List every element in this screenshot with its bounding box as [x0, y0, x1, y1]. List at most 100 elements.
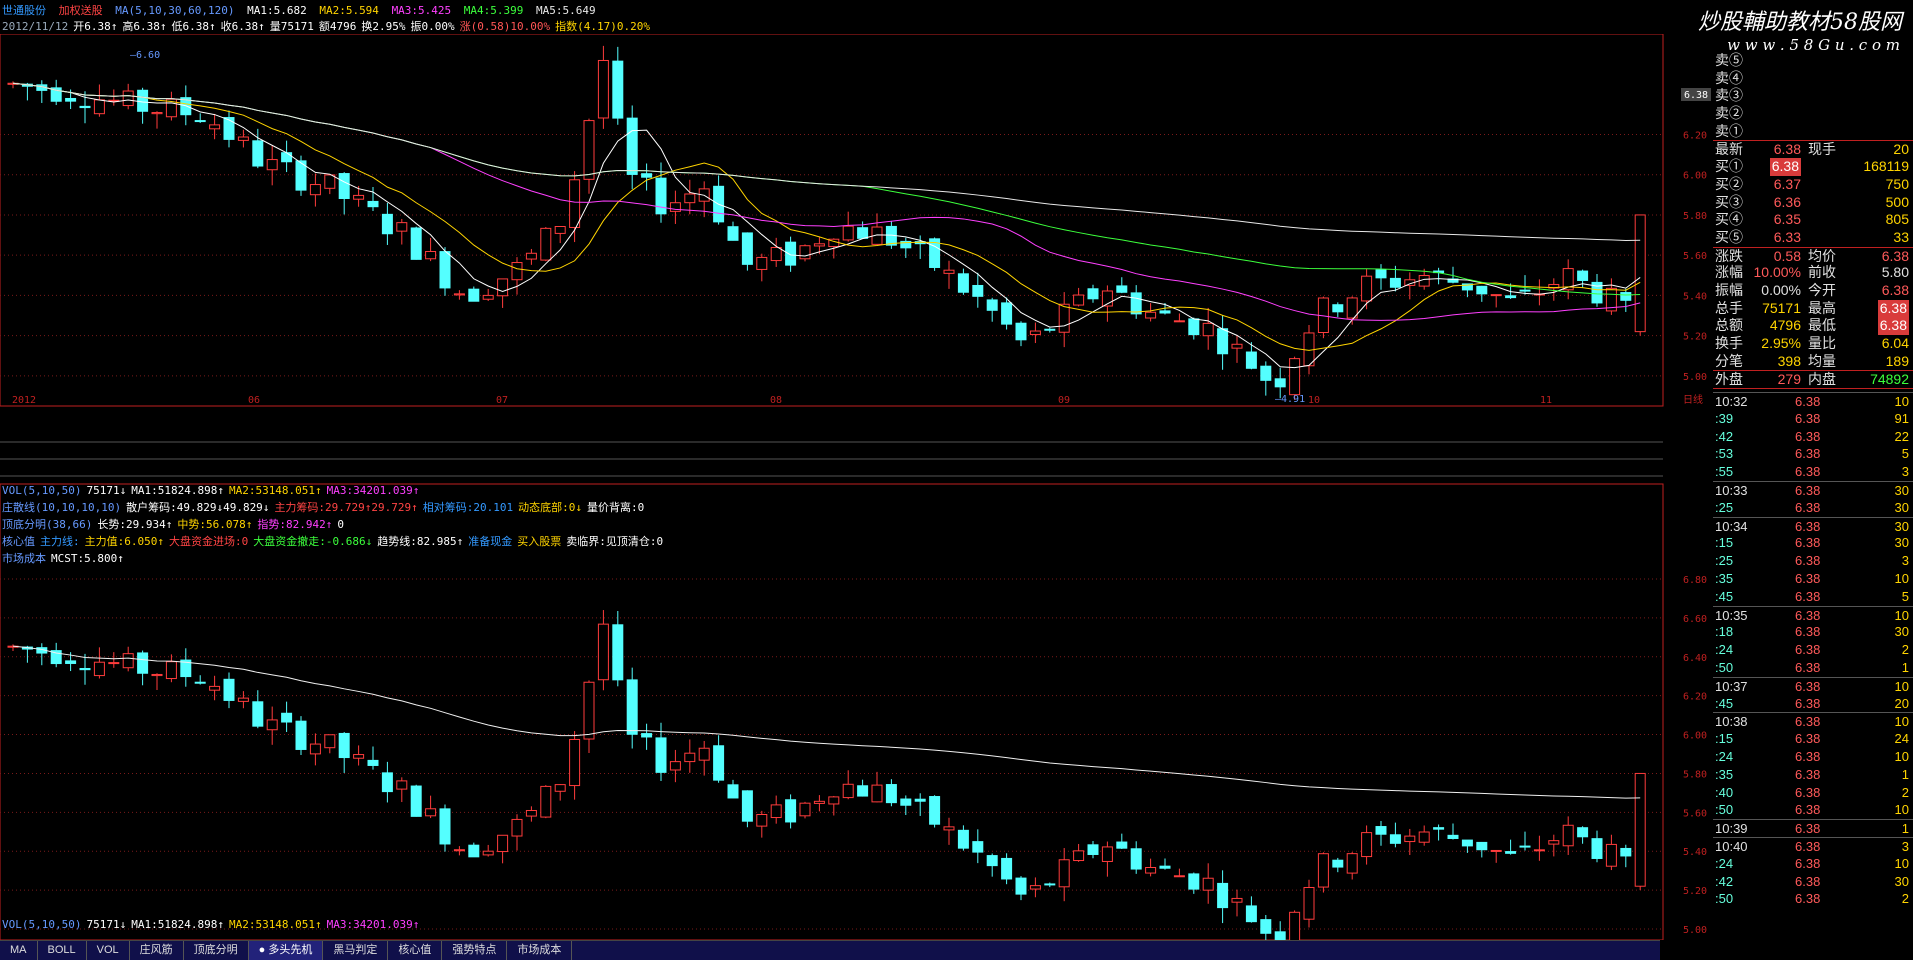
x-tick-label: 07 [496, 395, 508, 406]
tick-volume: 30 [1894, 499, 1909, 515]
candle [309, 184, 321, 196]
tab-7[interactable]: 核心值 [388, 941, 443, 960]
candle [324, 174, 336, 189]
tick-price: 6.38 [1795, 518, 1821, 534]
y-tick-label: 6.20 [1683, 130, 1707, 141]
tick-time: :24 [1715, 642, 1734, 658]
stat-value: 398 [1777, 352, 1801, 369]
candle [813, 800, 825, 804]
stat-value: 6.38 [1881, 247, 1909, 264]
period-label[interactable]: 日线 [1683, 393, 1703, 406]
stat-label: 涨跌 [1715, 247, 1743, 264]
y-tick-label: 5.00 [1683, 925, 1707, 936]
candle [1202, 322, 1214, 337]
candle [425, 808, 437, 817]
candle [1231, 897, 1243, 903]
ma1-value: MA1:5.682 [247, 4, 307, 17]
tab-1[interactable]: BOLL [38, 941, 87, 960]
stat-label: 前收 [1808, 264, 1836, 281]
candle [1433, 827, 1445, 830]
tab-5[interactable]: ● 多头先机 [248, 941, 324, 960]
tick-time: 10:32 [1715, 394, 1748, 410]
tab-8[interactable]: 强势特点 [442, 941, 508, 960]
candle [453, 293, 465, 296]
stat-value: 2.95% [1761, 335, 1801, 351]
tab-0[interactable]: MA [0, 941, 38, 960]
tick-volume: 10 [1894, 607, 1909, 623]
candle [641, 173, 653, 178]
candle [1389, 277, 1401, 288]
tick-price: 6.38 [1795, 394, 1821, 410]
candle [468, 844, 480, 858]
sell-row: 卖⑤ [1713, 52, 1913, 70]
y-tick-label: 6.80 [1683, 575, 1707, 586]
tick-price: 6.38 [1795, 891, 1821, 907]
tick-row: :24 6.38 2 [1713, 641, 1913, 659]
tick-row: :25 6.38 3 [1713, 552, 1913, 570]
tab-3[interactable]: 庄风筋 [130, 941, 184, 960]
tick-volume: 10 [1894, 394, 1909, 410]
y-tick-label: 5.60 [1683, 808, 1707, 819]
ma-params: MA(5,10,30,60,120) [115, 4, 235, 17]
tick-price: 6.38 [1795, 749, 1821, 764]
tab-9[interactable]: 市场成本 [507, 941, 573, 960]
candle [1418, 831, 1430, 843]
candle [943, 826, 955, 831]
tick-price: 6.38 [1795, 838, 1821, 854]
tick-time: 10:38 [1715, 714, 1748, 730]
candle [1087, 288, 1099, 300]
tick-row: :45 6.38 20 [1713, 695, 1913, 713]
indicator-zhuli-item: 散户筹码:49.829↓49.829↓ [126, 501, 270, 514]
candle [1260, 919, 1272, 934]
tick-time: :50 [1715, 660, 1734, 676]
y-tick-label: 5.80 [1683, 769, 1707, 780]
stat-row: 外盘 279 内盘 74892 [1713, 370, 1913, 388]
candle [1375, 269, 1387, 279]
candle [497, 834, 509, 853]
stock-chart-window: 世通股份 加权送股 MA(5,10,30,60,120) MA1:5.682 M… [0, 0, 1913, 960]
stock-name[interactable]: 世通股份 [2, 4, 46, 17]
indicator-vol-item: MA1:51824.898↑ [131, 484, 224, 497]
current-hand-value: 20 [1893, 141, 1909, 158]
candle [1159, 865, 1171, 869]
indicator-bottom-vol-item: MA1:51824.898↑ [131, 918, 224, 931]
tick-row: :50 6.38 10 [1713, 801, 1913, 819]
candle [1188, 318, 1200, 336]
candle [554, 784, 566, 792]
stat-label: 外盘 [1715, 371, 1743, 388]
tick-row: 10:40 6.38 3 [1713, 836, 1913, 855]
candle [1317, 853, 1329, 888]
sell-row: 卖② [1713, 105, 1913, 123]
lower-candles [7, 610, 1646, 940]
indicator-header-dingdi: 顶底分明(38,66) 长势:29.934↑ 中势:56.078↑ 指势:82.942… [2, 518, 349, 532]
main-chart-frame [0, 34, 1664, 407]
candle [540, 785, 552, 818]
stat-value: 74892 [1870, 371, 1909, 388]
indicator-zhuli-item: 主力筹码:29.729↑29.729↑ [274, 501, 418, 514]
tab-2[interactable]: VOL [87, 941, 130, 960]
tab-4[interactable]: 顶底分明 [184, 941, 249, 960]
candle [626, 679, 638, 735]
x-tick-label: 2012 [12, 395, 36, 406]
candle [1332, 304, 1344, 313]
tick-volume: 2 [1901, 891, 1909, 907]
tick-volume: 30 [1894, 518, 1909, 534]
candle [439, 251, 451, 289]
indicator-dingdi-item: 顶底分明(38,66) [2, 518, 93, 531]
candle [1044, 883, 1056, 886]
tick-row: :42 6.38 22 [1713, 428, 1913, 446]
indicator-vol-item: 75171↓ [86, 484, 127, 497]
tick-price: 6.38 [1795, 731, 1821, 747]
y-tick-label: 5.60 [1683, 251, 1707, 262]
bar-info-line: 2012/11/12 开6.38↑ 高6.38↑ 低6.38↑ 收6.38↑ 量75171… [2, 18, 655, 33]
candle [1145, 867, 1157, 874]
tab-6[interactable]: 黑马判定 [323, 941, 389, 960]
formula-name[interactable]: 加权送股 [59, 4, 103, 17]
bar-info-item: 指数(4.17)0.20% [555, 20, 650, 33]
stat-label: 分笔 [1715, 352, 1743, 369]
indicator-bottom-vol-item: MA2:53148.051↑ [228, 918, 322, 931]
tick-price: 6.38 [1795, 784, 1821, 800]
x-tick-label: 10 [1308, 395, 1320, 406]
tick-row: :24 6.38 10 [1713, 748, 1913, 766]
y-tick-label: 6.40 [1683, 653, 1707, 664]
